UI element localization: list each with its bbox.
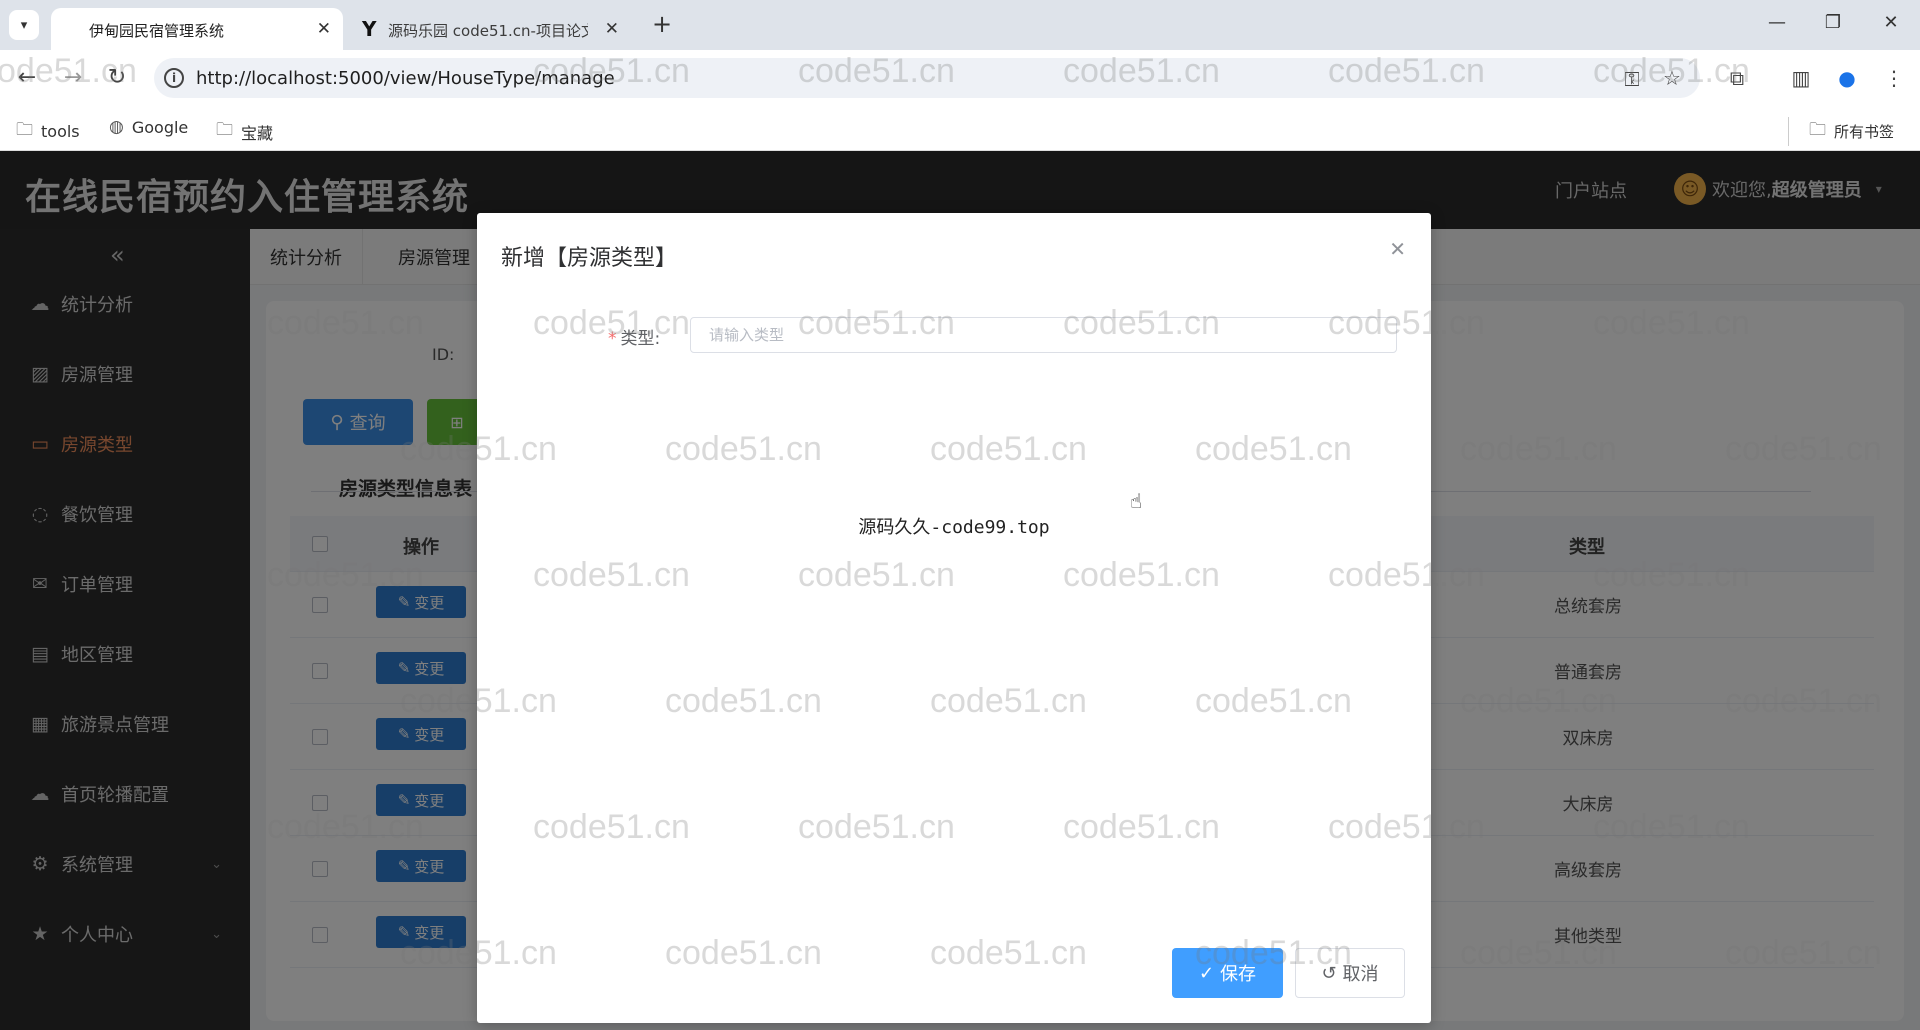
- cancel-button-label: 取消: [1342, 964, 1379, 985]
- bookmark-google[interactable]: ◍ Google: [109, 117, 188, 137]
- dialog-body-text: 源码久久-code99.top: [858, 517, 1050, 538]
- url-text: http://localhost:5000/view/HouseType/man…: [196, 68, 615, 89]
- forward-arrow-icon[interactable]: →: [58, 63, 88, 93]
- folder-icon: 🗀: [16, 120, 33, 140]
- back-arrow-icon[interactable]: ←: [12, 63, 42, 93]
- new-tab-button[interactable]: +: [647, 10, 677, 40]
- url-field[interactable]: i http://localhost:5000/view/HouseType/m…: [154, 58, 1700, 98]
- close-icon[interactable]: ✕: [605, 19, 619, 39]
- bookmark-label: 宝藏: [241, 123, 274, 143]
- dialog-title: 新增【房源类型】: [501, 246, 678, 271]
- tab-title: 伊甸园民宿管理系统: [89, 22, 225, 40]
- check-icon: ✓: [1198, 962, 1215, 984]
- add-house-type-dialog: 新增【房源类型】 ✕ *类型: 源码久久-code99.top ✓ 保存 ↺ 取…: [477, 213, 1431, 1023]
- hand-cursor-icon: ☝: [1130, 489, 1143, 513]
- key-icon[interactable]: ⚿: [1618, 67, 1646, 91]
- star-icon[interactable]: ☆: [1658, 66, 1686, 90]
- globe-icon: ◍: [109, 117, 124, 137]
- tab-title: 源码乐园 code51.cn-项目论文: [388, 22, 588, 40]
- site-favicon-icon: Y: [362, 17, 377, 41]
- window-close-icon[interactable]: ✕: [1876, 12, 1906, 33]
- restore-icon[interactable]: ❐: [1818, 12, 1848, 33]
- reload-icon[interactable]: ↻: [102, 63, 132, 93]
- browser-tab-bar: ▾ 伊甸园民宿管理系统 ✕ Y 源码乐园 code51.cn-项目论文 ✕ + …: [0, 0, 1920, 50]
- save-button-label: 保存: [1220, 964, 1257, 985]
- all-bookmarks-label: 所有书签: [1834, 123, 1895, 141]
- bookmark-label: Google: [131, 117, 189, 137]
- type-input[interactable]: [690, 317, 1397, 353]
- type-field-label: * 类型:: [608, 324, 660, 349]
- bookmark-label: tools: [41, 122, 80, 141]
- profile-icon[interactable]: ●: [1833, 66, 1861, 90]
- browser-tab[interactable]: Y 源码乐园 code51.cn-项目论文 ✕: [348, 8, 631, 50]
- all-bookmarks[interactable]: 🗀 所有书签: [1788, 117, 1894, 146]
- type-field-label-text: 类型:: [620, 329, 661, 349]
- cancel-button[interactable]: ↺ 取消: [1295, 948, 1405, 998]
- bookmarks-bar: 🗀 tools ◍ Google 🗀 宝藏 🗀 所有书签: [0, 106, 1920, 151]
- close-icon[interactable]: ✕: [1389, 237, 1406, 261]
- site-info-icon[interactable]: i: [164, 68, 184, 88]
- minimize-icon[interactable]: —: [1762, 12, 1792, 33]
- folder-icon: 🗀: [1809, 120, 1826, 140]
- save-button[interactable]: ✓ 保存: [1172, 948, 1283, 998]
- close-icon[interactable]: ✕: [317, 19, 331, 39]
- required-asterisk: *: [608, 329, 617, 349]
- chevron-down-icon: ▾: [20, 17, 28, 33]
- browser-tab-active[interactable]: 伊甸园民宿管理系统 ✕: [51, 8, 343, 50]
- address-bar-row: ← → ↻ i http://localhost:5000/view/House…: [0, 50, 1920, 106]
- bookmark-treasure[interactable]: 🗀 宝藏: [216, 117, 273, 146]
- sidepanel-icon[interactable]: ▥: [1787, 66, 1815, 90]
- more-menu-icon[interactable]: ⋮: [1880, 66, 1908, 90]
- refresh-icon: ↺: [1321, 962, 1337, 984]
- folder-icon: 🗀: [216, 120, 233, 140]
- tab-search-dropdown-button[interactable]: ▾: [9, 10, 39, 40]
- bookmark-tools[interactable]: 🗀 tools: [16, 117, 80, 146]
- extensions-icon[interactable]: ⧉: [1723, 66, 1751, 90]
